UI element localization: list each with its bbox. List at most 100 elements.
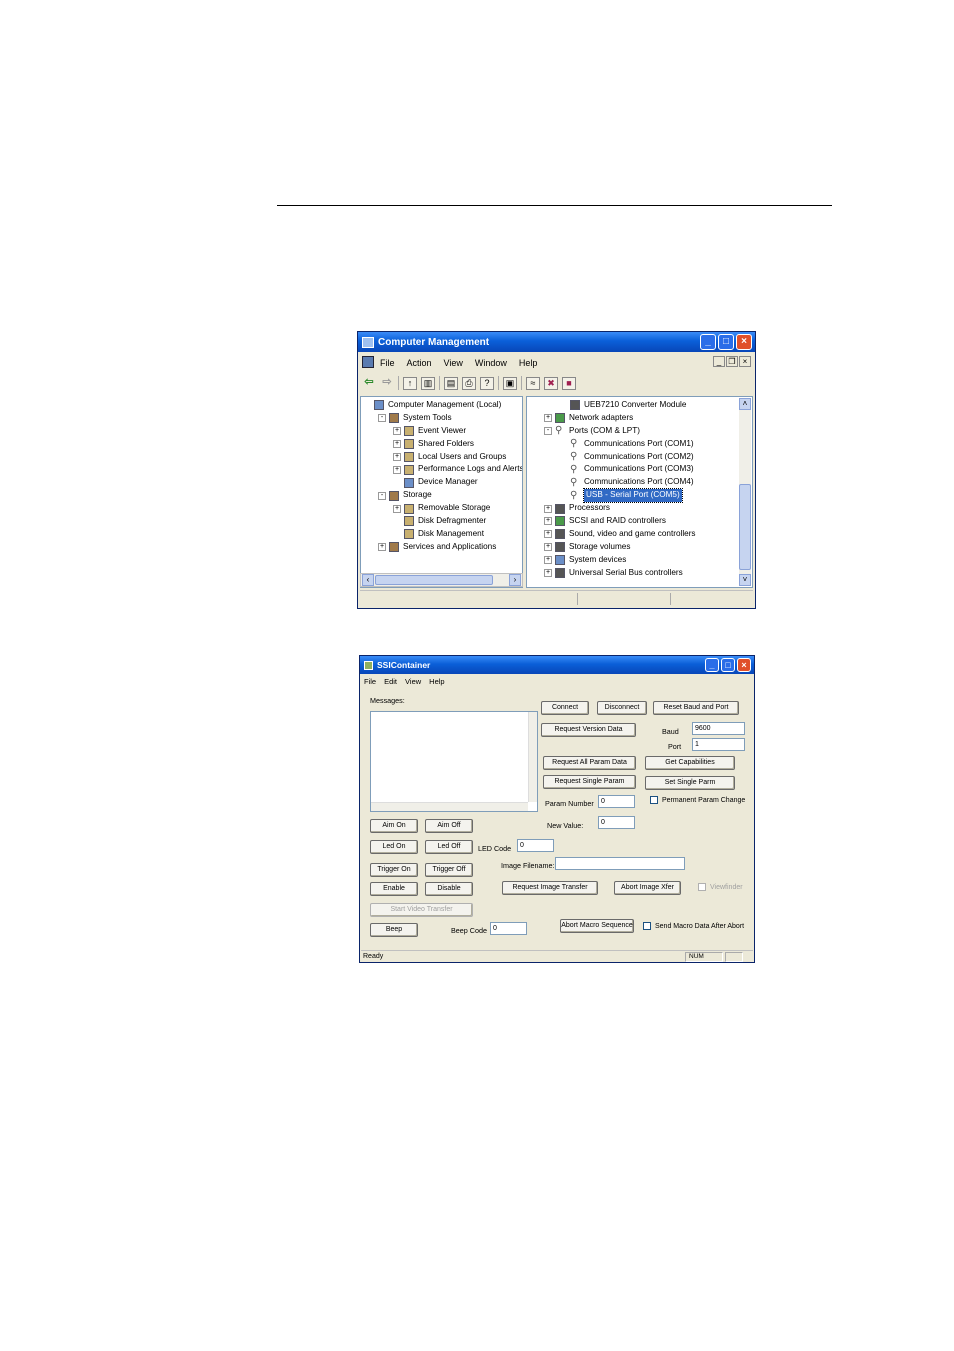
menu-file[interactable]: File xyxy=(380,358,395,368)
new-value-input[interactable]: 0 xyxy=(598,816,635,829)
tree-item[interactable]: + Storage volumes xyxy=(529,541,696,554)
led-code-input[interactable]: 0 xyxy=(517,839,554,852)
viewfinder-checkbox[interactable]: Viewfinder xyxy=(698,883,743,891)
device-list-pane[interactable]: UEB7210 Converter Module + Network adapter… xyxy=(526,396,753,588)
title-bar[interactable]: Computer Management _ □ × xyxy=(358,332,755,352)
tree-item[interactable]: + Sound, video and game controllers xyxy=(529,528,696,541)
start-video-button[interactable]: Start Video Transfer xyxy=(370,903,473,917)
scroll-up-icon[interactable]: ˄ xyxy=(739,398,751,410)
messages-textarea[interactable] xyxy=(370,711,538,812)
tree-item[interactable]: + Removable Storage xyxy=(363,502,522,515)
tree-item[interactable]: ⚲ Communications Port (COM4) xyxy=(529,476,696,489)
connect-button[interactable]: Connect xyxy=(541,701,589,715)
request-image-button[interactable]: Request Image Transfer xyxy=(502,881,598,895)
vertical-scrollbar[interactable] xyxy=(528,712,537,802)
tree-item[interactable]: + Local Users and Groups xyxy=(363,451,522,464)
properties-icon[interactable]: ▤ xyxy=(444,376,458,390)
horizontal-scrollbar[interactable] xyxy=(371,802,528,811)
tree-item[interactable]: - ⚲ Ports (COM & LPT) xyxy=(529,425,696,438)
abort-macro-button[interactable]: Abort Macro Sequence xyxy=(560,919,634,933)
expand-icon[interactable]: + xyxy=(544,504,552,513)
get-capabilities-button[interactable]: Get Capabilities xyxy=(645,756,735,770)
tree-item[interactable]: ⚲ USB - Serial Port (COM5) xyxy=(529,488,696,504)
expand-icon[interactable]: + xyxy=(544,530,552,539)
checkbox-box[interactable] xyxy=(650,796,658,804)
tree-item[interactable]: + Performance Logs and Alerts xyxy=(363,463,522,476)
uninstall-icon[interactable]: ✖ xyxy=(544,376,558,390)
menu-view[interactable]: View xyxy=(444,358,463,368)
close-icon[interactable]: × xyxy=(737,658,751,672)
close-icon[interactable]: × xyxy=(736,334,752,350)
expand-icon[interactable]: + xyxy=(393,453,401,461)
forward-icon[interactable]: ⇨ xyxy=(380,376,394,390)
menu-view[interactable]: View xyxy=(405,677,421,686)
minimize-icon[interactable]: _ xyxy=(705,658,719,672)
tree-item[interactable]: + SCSI and RAID controllers xyxy=(529,515,696,528)
port-input[interactable]: 1 xyxy=(692,738,745,751)
vertical-scrollbar[interactable]: ˄ ˅ xyxy=(739,398,751,586)
checkbox-box[interactable] xyxy=(698,883,706,891)
tree-item[interactable]: - System Tools xyxy=(363,412,522,425)
expand-icon[interactable]: + xyxy=(544,517,552,526)
tree-item[interactable]: Device Manager xyxy=(363,476,522,489)
print-icon[interactable]: ⎙ xyxy=(462,376,476,390)
tree-item[interactable]: + Universal Serial Bus controllers xyxy=(529,567,696,580)
enable-button[interactable]: Enable xyxy=(370,882,418,896)
menu-help[interactable]: Help xyxy=(429,677,444,686)
expand-icon[interactable]: + xyxy=(393,427,401,436)
trigger-off-button[interactable]: Trigger Off xyxy=(425,863,473,877)
disable-button[interactable]: Disable xyxy=(425,882,473,896)
tree-item[interactable]: + Event Viewer xyxy=(363,425,522,438)
reset-baud-button[interactable]: Reset Baud and Port xyxy=(653,701,739,715)
trigger-on-button[interactable]: Trigger On xyxy=(370,863,418,877)
minimize-icon[interactable]: _ xyxy=(700,334,716,350)
aim-off-button[interactable]: Aim Off xyxy=(425,819,473,833)
led-off-button[interactable]: Led Off xyxy=(425,840,473,854)
title-bar[interactable]: SSIContainer _ □ × xyxy=(360,656,754,674)
expand-icon[interactable]: + xyxy=(544,414,552,423)
collapse-icon[interactable]: - xyxy=(544,427,552,436)
scroll-down-icon[interactable]: ˅ xyxy=(739,574,751,586)
expand-icon[interactable]: + xyxy=(544,543,552,552)
permanent-param-checkbox[interactable]: Permanent Param Change xyxy=(650,796,745,804)
request-all-param-button[interactable]: Request All Param Data xyxy=(543,756,636,770)
maximize-icon[interactable]: □ xyxy=(718,334,734,350)
beep-button[interactable]: Beep xyxy=(370,923,418,937)
tree-item[interactable]: ⚲ Communications Port (COM2) xyxy=(529,451,696,464)
tree-item[interactable]: Disk Defragmenter xyxy=(363,515,522,528)
abort-image-button[interactable]: Abort Image Xfer xyxy=(614,881,681,895)
disable-device-icon[interactable]: ■ xyxy=(562,376,576,390)
update-driver-icon[interactable]: ≈ xyxy=(526,376,540,390)
mdi-restore-icon[interactable]: ❐ xyxy=(726,356,738,367)
param-number-input[interactable]: 0 xyxy=(598,795,635,808)
tree-item[interactable]: + Shared Folders xyxy=(363,438,522,451)
mdi-close-icon[interactable]: × xyxy=(739,356,751,367)
disconnect-button[interactable]: Disconnect xyxy=(597,701,647,715)
menu-action[interactable]: Action xyxy=(407,358,432,368)
expand-icon[interactable]: + xyxy=(393,465,401,474)
scroll-right-icon[interactable]: › xyxy=(509,574,521,586)
menu-window[interactable]: Window xyxy=(475,358,507,368)
back-icon[interactable]: ⇦ xyxy=(362,376,376,390)
tree-item[interactable]: + Network adapters xyxy=(529,412,696,425)
scroll-thumb[interactable] xyxy=(375,575,493,585)
mdi-minimize-icon[interactable]: _ xyxy=(713,356,725,367)
request-version-button[interactable]: Request Version Data xyxy=(541,723,636,737)
collapse-icon[interactable]: - xyxy=(378,491,386,500)
image-filename-input[interactable] xyxy=(555,857,685,870)
set-single-parm-button[interactable]: Set Single Parm xyxy=(645,776,735,790)
tree-item[interactable]: UEB7210 Converter Module xyxy=(529,399,696,412)
console-tree-pane[interactable]: Computer Management (Local) - System Tools… xyxy=(360,396,523,588)
tree-item[interactable]: + Services and Applications xyxy=(363,541,522,554)
tree-item[interactable]: Computer Management (Local) xyxy=(363,399,522,412)
scroll-thumb[interactable] xyxy=(739,484,751,570)
up-folder-icon[interactable]: ↑ xyxy=(403,376,417,390)
baud-input[interactable]: 9600 xyxy=(692,722,745,735)
maximize-icon[interactable]: □ xyxy=(721,658,735,672)
show-hide-tree-icon[interactable]: ▥ xyxy=(421,376,435,390)
scroll-left-icon[interactable]: ‹ xyxy=(362,574,374,586)
checkbox-box[interactable] xyxy=(643,922,651,930)
aim-on-button[interactable]: Aim On xyxy=(370,819,418,833)
scan-hardware-icon[interactable]: ▣ xyxy=(503,376,517,390)
led-on-button[interactable]: Led On xyxy=(370,840,418,854)
